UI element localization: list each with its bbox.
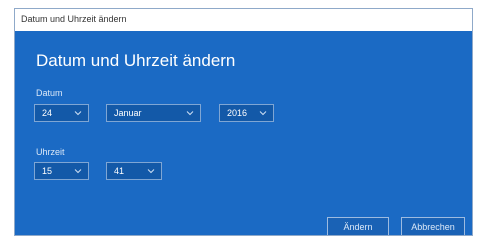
minute-select[interactable]: 41: [106, 162, 162, 180]
chevron-down-icon: [259, 111, 267, 116]
chevron-down-icon: [74, 169, 82, 174]
cancel-button[interactable]: Abbrechen: [401, 217, 465, 235]
hour-value: 15: [42, 166, 53, 176]
dialog-heading: Datum und Uhrzeit ändern: [36, 51, 236, 70]
year-select[interactable]: 2016: [219, 104, 274, 122]
chevron-down-icon: [186, 111, 194, 116]
day-value: 24: [42, 108, 53, 118]
title-bar: Datum und Uhrzeit ändern: [15, 9, 472, 32]
hour-select[interactable]: 15: [34, 162, 89, 180]
change-button[interactable]: Ändern: [327, 217, 389, 235]
day-select[interactable]: 24: [34, 104, 89, 122]
time-label: Uhrzeit: [36, 147, 65, 157]
dialog-window: Datum und Uhrzeit ändern Datum und Uhrze…: [14, 8, 473, 236]
month-select[interactable]: Januar: [106, 104, 201, 122]
window-title: Datum und Uhrzeit ändern: [21, 14, 127, 24]
year-value: 2016: [227, 108, 248, 118]
dialog-content: Datum und Uhrzeit ändern Datum 24 Januar…: [15, 31, 472, 235]
date-label: Datum: [36, 88, 63, 98]
month-value: Januar: [114, 108, 142, 118]
chevron-down-icon: [147, 169, 155, 174]
minute-value: 41: [114, 166, 125, 176]
chevron-down-icon: [74, 111, 82, 116]
